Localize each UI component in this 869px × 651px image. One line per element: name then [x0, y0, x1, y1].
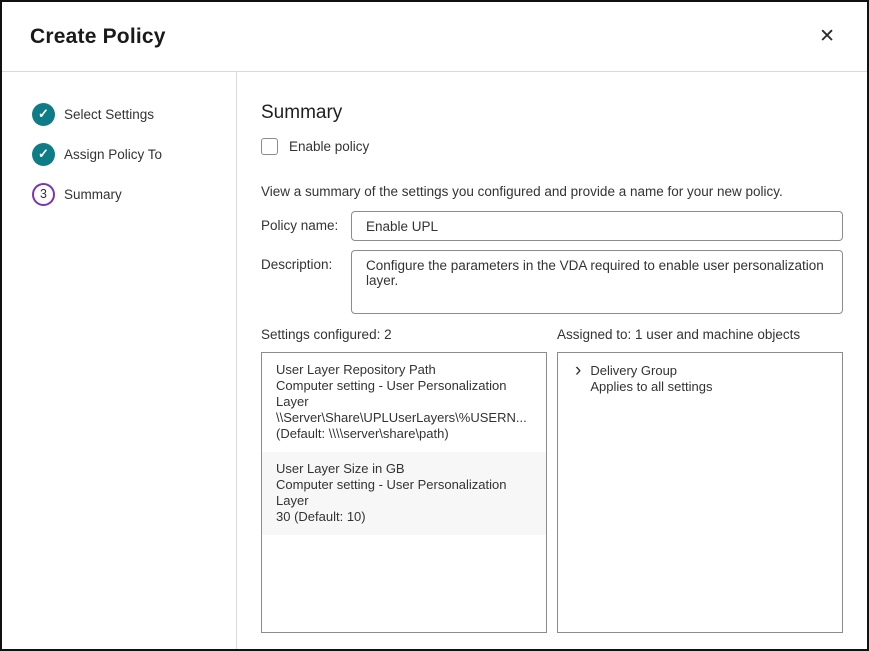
step-label: Summary: [64, 187, 122, 202]
summary-intro-text: View a summary of the settings you confi…: [261, 184, 843, 199]
assignment-name: Delivery Group: [590, 363, 712, 379]
settings-configured-column: Settings configured: 2 User Layer Reposi…: [261, 327, 547, 633]
assignment-text: Delivery Group Applies to all settings: [590, 363, 712, 395]
setting-value: \\Server\Share\UPLUserLayers\%USERN...: [276, 410, 536, 426]
setting-list-item: User Layer Size in GB Computer setting -…: [262, 452, 546, 535]
chevron-right-icon: ›: [575, 363, 581, 378]
setting-scope: Computer setting - User Personalization …: [276, 378, 536, 410]
page-title: Summary: [261, 102, 843, 124]
dialog-body: ✓ Select Settings ✓ Assign Policy To 3 S…: [2, 72, 867, 649]
setting-name: User Layer Repository Path: [276, 362, 536, 378]
settings-configured-caption: Settings configured: 2: [261, 327, 547, 343]
delivery-group-item[interactable]: › Delivery Group Applies to all settings: [558, 353, 842, 405]
close-button[interactable]: ✕: [815, 25, 839, 48]
enable-policy-row: Enable policy: [261, 137, 843, 155]
settings-configured-list: User Layer Repository Path Computer sett…: [261, 352, 547, 633]
close-icon: ✕: [819, 26, 835, 47]
description-row: Description: Configure the parameters in…: [261, 250, 843, 314]
summary-panel: Summary Enable policy View a summary of …: [237, 72, 869, 649]
step-complete-check-icon: ✓: [32, 103, 55, 126]
enable-policy-checkbox[interactable]: [261, 138, 278, 155]
create-policy-dialog: Create Policy ✕ ✓ Select Settings ✓ Assi…: [0, 0, 869, 651]
step-complete-check-icon: ✓: [32, 143, 55, 166]
assigned-to-caption: Assigned to: 1 user and machine objects: [557, 327, 843, 343]
assigned-to-column: Assigned to: 1 user and machine objects …: [557, 327, 843, 633]
setting-scope: Computer setting - User Personalization …: [276, 477, 536, 509]
setting-value: 30 (Default: 10): [276, 509, 536, 525]
assignment-detail: Applies to all settings: [590, 379, 712, 395]
policy-name-input[interactable]: [351, 211, 843, 241]
step-select-settings[interactable]: ✓ Select Settings: [32, 102, 236, 126]
description-label: Description:: [261, 250, 351, 272]
setting-default: (Default: \\\\server\share\path): [276, 426, 536, 442]
dialog-title: Create Policy: [30, 25, 166, 49]
policy-name-label: Policy name:: [261, 211, 351, 233]
setting-name: User Layer Size in GB: [276, 461, 536, 477]
setting-list-item: User Layer Repository Path Computer sett…: [262, 353, 546, 452]
policy-name-row: Policy name:: [261, 211, 843, 241]
step-number-badge: 3: [32, 183, 55, 206]
assigned-to-list: › Delivery Group Applies to all settings: [557, 352, 843, 633]
dialog-header: Create Policy ✕: [2, 2, 867, 72]
step-label: Assign Policy To: [64, 147, 162, 162]
step-summary[interactable]: 3 Summary: [32, 182, 236, 206]
description-input[interactable]: Configure the parameters in the VDA requ…: [351, 250, 843, 314]
wizard-steps-sidebar: ✓ Select Settings ✓ Assign Policy To 3 S…: [2, 72, 237, 649]
step-assign-policy-to[interactable]: ✓ Assign Policy To: [32, 142, 236, 166]
step-label: Select Settings: [64, 107, 154, 122]
enable-policy-label: Enable policy: [289, 139, 369, 154]
summary-lists: Settings configured: 2 User Layer Reposi…: [261, 327, 843, 633]
